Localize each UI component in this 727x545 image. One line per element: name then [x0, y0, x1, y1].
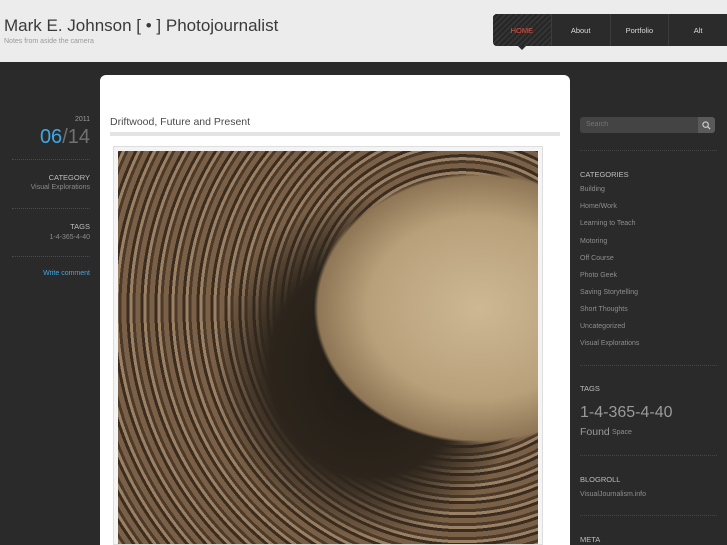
site-title[interactable]: Mark E. Johnson [ • ] Photojournalist: [4, 16, 278, 36]
sidebar-divider: [580, 515, 717, 516]
nav-item-portfolio[interactable]: Portfolio: [609, 14, 669, 46]
nav-item-alt[interactable]: Alt: [668, 14, 727, 46]
write-comment-link[interactable]: Write comment: [43, 270, 90, 277]
tag-cloud-link-space[interactable]: Space: [612, 429, 632, 436]
blogroll-link[interactable]: VisualJournalism.info: [580, 491, 646, 498]
tags-heading: TAGS: [580, 384, 600, 393]
category-link[interactable]: Building: [580, 186, 605, 193]
meta-divider: [12, 256, 90, 257]
site-description: Notes from aside the camera: [4, 38, 94, 45]
nav-item-about[interactable]: About: [550, 14, 610, 46]
nav-item-home[interactable]: HOME: [493, 14, 551, 46]
post-year: 2011: [74, 116, 90, 123]
sidebar-divider: [580, 365, 717, 366]
tag-cloud-link-large[interactable]: 1-4-365-4-40: [580, 404, 673, 422]
post-date: 06/14: [40, 126, 90, 149]
category-link[interactable]: Visual Explorations: [580, 340, 639, 347]
post-content: Driftwood, Future and Present: [100, 75, 570, 545]
meta-divider: [12, 159, 90, 160]
meta-divider: [12, 208, 90, 209]
category-link[interactable]: Learning to Teach: [580, 220, 636, 227]
categories-heading: CATEGORIES: [580, 170, 629, 179]
category-link[interactable]: Short Thoughts: [580, 306, 628, 313]
post-month: 06: [39, 126, 63, 148]
search-button[interactable]: [698, 117, 715, 133]
main-nav: HOME About Portfolio Alt: [493, 14, 727, 46]
search-icon: [702, 120, 711, 130]
category-link[interactable]: Photo Geek: [580, 272, 617, 279]
title-divider: [110, 132, 560, 136]
tag-value-link[interactable]: 1-4-365-4-40: [50, 234, 90, 241]
category-link[interactable]: Off Course: [580, 255, 614, 262]
sidebar-divider: [580, 150, 717, 151]
post-title[interactable]: Driftwood, Future and Present: [110, 116, 250, 128]
nav-active-pointer: [518, 46, 526, 50]
category-value-link[interactable]: Visual Explorations: [31, 184, 90, 191]
search-input[interactable]: [580, 117, 698, 133]
sidebar: CATEGORIES Building Home/Work Learning t…: [570, 62, 727, 545]
category-link[interactable]: Uncategorized: [580, 323, 625, 330]
tags-label: TAGS: [70, 222, 90, 231]
category-link[interactable]: Saving Storytelling: [580, 289, 638, 296]
blogroll-heading: BLOGROLL: [580, 475, 621, 484]
post-photo-frame: [113, 146, 543, 545]
category-link[interactable]: Motoring: [580, 238, 607, 245]
category-label: CATEGORY: [48, 173, 90, 182]
post-day: 14: [67, 126, 90, 148]
sidebar-divider: [580, 455, 717, 456]
tag-cloud-link-found[interactable]: Found: [580, 426, 610, 438]
meta-heading: META: [580, 535, 601, 544]
driftwood-photo[interactable]: [118, 151, 538, 544]
category-link[interactable]: Home/Work: [580, 203, 617, 210]
post-meta-column: 2011 06/14 CATEGORY Visual Explorations …: [0, 62, 100, 545]
